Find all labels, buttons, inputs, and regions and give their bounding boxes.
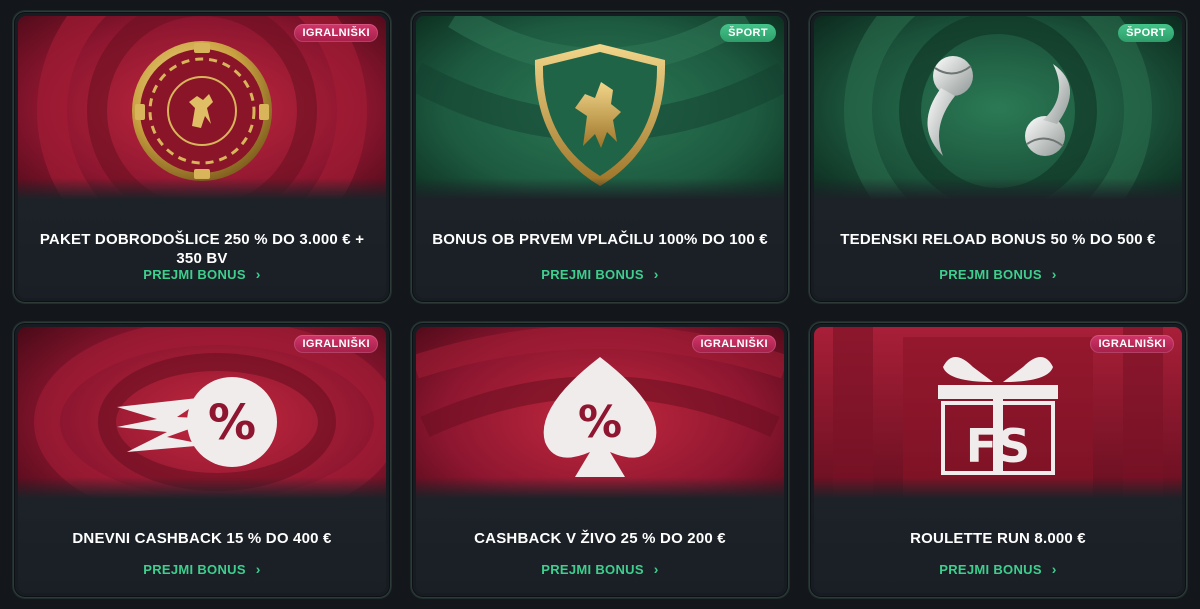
promo-card-inner: % IGRALNIŠKI DNEVNI CASHBACK 15 % DO 400… xyxy=(18,327,386,593)
chevron-right-icon: › xyxy=(1051,561,1057,577)
category-badge: ŠPORT xyxy=(1118,24,1174,42)
promotions-grid: IGRALNIŠKI PAKET DOBRODOŠLICE 250 % DO 3… xyxy=(0,0,1200,609)
claim-bonus-link[interactable]: PREJMI BONUS › xyxy=(814,266,1182,282)
chevron-right-icon: › xyxy=(653,266,659,282)
promo-title: PAKET DOBRODOŠLICE 250 % DO 3.000 € + 35… xyxy=(39,231,365,267)
promo-card-inner: IGRALNIŠKI PAKET DOBRODOŠLICE 250 % DO 3… xyxy=(18,16,386,298)
promo-card-body: BONUS OB PRVEM VPLAČILU 100% DO 100 € PR… xyxy=(416,178,784,298)
promo-card[interactable]: IGRALNIŠKI PAKET DOBRODOŠLICE 250 % DO 3… xyxy=(13,11,391,303)
svg-text:FS: FS xyxy=(966,419,1031,473)
promo-title: TEDENSKI RELOAD BONUS 50 % DO 500 € xyxy=(840,231,1156,248)
chevron-right-icon: › xyxy=(653,561,659,577)
promo-title: CASHBACK V ŽIVO 25 % DO 200 € xyxy=(474,530,726,547)
promo-card-inner: FS IGRALNIŠKI ROULETTE RUN 8.000 € PREJM… xyxy=(814,327,1182,593)
promo-card[interactable]: ŠPORT TEDENSKI RELOAD BONUS 50 % DO 500 … xyxy=(809,11,1187,303)
svg-text:%: % xyxy=(208,395,256,451)
claim-bonus-label: PREJMI BONUS xyxy=(541,267,644,282)
chevron-right-icon: › xyxy=(255,561,261,577)
promo-card-inner: ŠPORT TEDENSKI RELOAD BONUS 50 % DO 500 … xyxy=(814,16,1182,298)
promo-card-inner: % IGRALNIŠKI CASHBACK V ŽIVO 25 % DO 200… xyxy=(416,327,784,593)
claim-bonus-link[interactable]: PREJMI BONUS › xyxy=(814,561,1182,577)
promo-title: BONUS OB PRVEM VPLAČILU 100% DO 100 € xyxy=(432,231,768,248)
claim-bonus-label: PREJMI BONUS xyxy=(541,562,644,577)
promo-card-body: DNEVNI CASHBACK 15 % DO 400 € PREJMI BON… xyxy=(18,477,386,593)
promo-card-inner: ŠPORT BONUS OB PRVEM VPLAČILU 100% DO 10… xyxy=(416,16,784,298)
promo-card-body: TEDENSKI RELOAD BONUS 50 % DO 500 € PREJ… xyxy=(814,178,1182,298)
promo-card-body: PAKET DOBRODOŠLICE 250 % DO 3.000 € + 35… xyxy=(18,178,386,298)
category-badge: IGRALNIŠKI xyxy=(1090,335,1174,353)
chevron-right-icon: › xyxy=(1051,266,1057,282)
promo-card[interactable]: FS IGRALNIŠKI ROULETTE RUN 8.000 € PREJM… xyxy=(809,322,1187,598)
svg-text:%: % xyxy=(578,397,622,448)
promo-card[interactable]: % IGRALNIŠKI CASHBACK V ŽIVO 25 % DO 200… xyxy=(411,322,789,598)
promo-card[interactable]: % IGRALNIŠKI DNEVNI CASHBACK 15 % DO 400… xyxy=(13,322,391,598)
category-badge: ŠPORT xyxy=(720,24,776,42)
claim-bonus-link[interactable]: PREJMI BONUS › xyxy=(416,266,784,282)
category-badge: IGRALNIŠKI xyxy=(692,335,776,353)
claim-bonus-link[interactable]: PREJMI BONUS › xyxy=(18,561,386,577)
promo-card-body: CASHBACK V ŽIVO 25 % DO 200 € PREJMI BON… xyxy=(416,477,784,593)
promo-title: ROULETTE RUN 8.000 € xyxy=(910,530,1086,547)
claim-bonus-link[interactable]: PREJMI BONUS › xyxy=(416,561,784,577)
chevron-right-icon: › xyxy=(255,266,261,282)
promo-title: DNEVNI CASHBACK 15 % DO 400 € xyxy=(72,530,332,547)
claim-bonus-label: PREJMI BONUS xyxy=(939,562,1042,577)
claim-bonus-link[interactable]: PREJMI BONUS › xyxy=(18,266,386,282)
promo-card[interactable]: ŠPORT BONUS OB PRVEM VPLAČILU 100% DO 10… xyxy=(411,11,789,303)
promo-card-body: ROULETTE RUN 8.000 € PREJMI BONUS › xyxy=(814,477,1182,593)
category-badge: IGRALNIŠKI xyxy=(294,24,378,42)
claim-bonus-label: PREJMI BONUS xyxy=(143,562,246,577)
claim-bonus-label: PREJMI BONUS xyxy=(939,267,1042,282)
claim-bonus-label: PREJMI BONUS xyxy=(143,267,246,282)
category-badge: IGRALNIŠKI xyxy=(294,335,378,353)
